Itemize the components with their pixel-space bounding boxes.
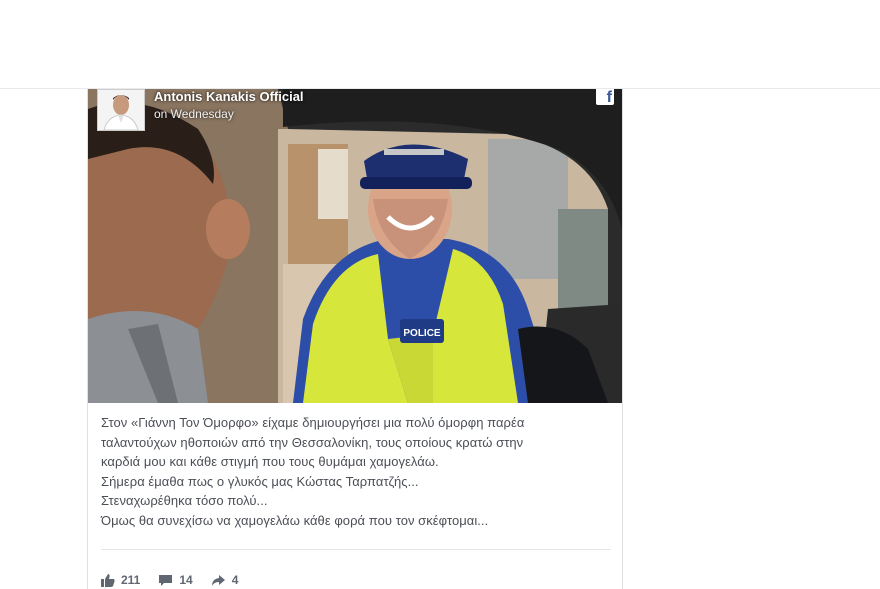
post-text-line: ταλαντούχων ηθοποιών από την Θεσσαλονίκη… — [101, 434, 524, 450]
avatar-image — [98, 90, 144, 130]
likes-count: 211 — [121, 573, 141, 587]
page-avatar[interactable] — [97, 89, 145, 131]
post-video-image[interactable]: POLICE Antonis Kanakis Official on Wedne… — [88, 89, 622, 403]
post-text-line: Στον «Γιάννη Τον Όμορφο» είχαμε δημιουργ… — [101, 415, 525, 430]
post-stats: 211 14 4 — [101, 572, 256, 588]
stats-divider — [101, 549, 611, 550]
share-arrow-icon — [211, 574, 225, 586]
shares-count: 4 — [231, 573, 239, 587]
vest-police-label: POLICE — [403, 328, 441, 339]
page: POLICE Antonis Kanakis Official on Wedne… — [0, 0, 880, 589]
post-message: Στον «Γιάννη Τον Όμορφο» είχαμε δημιουργ… — [101, 413, 611, 530]
facebook-post-card: POLICE Antonis Kanakis Official on Wedne… — [87, 89, 623, 589]
scene-illustration: POLICE — [88, 89, 622, 403]
page-name[interactable]: Antonis Kanakis Official — [154, 89, 304, 105]
post-header: Antonis Kanakis Official on Wednesday — [154, 89, 304, 122]
post-text-line: Σήμερα έμαθα πως ο γλυκός μας Κώστας Ταρ… — [101, 473, 419, 489]
post-text-line: Στεναχωρέθηκα τόσο πολύ... — [101, 493, 268, 508]
facebook-logo-icon[interactable]: f — [596, 89, 614, 106]
comment-bubble-icon — [159, 574, 173, 586]
comments-stat[interactable]: 14 — [158, 573, 193, 587]
comments-count: 14 — [179, 573, 193, 587]
post-text-line: καρδιά μου και κάθε στιγμή που τους θυμά… — [101, 454, 439, 469]
likes-stat[interactable]: 211 — [101, 573, 140, 587]
post-timestamp[interactable]: on Wednesday — [154, 106, 304, 122]
shares-stat[interactable]: 4 — [211, 573, 239, 587]
thumbs-up-icon — [101, 573, 115, 587]
post-text-line: Όμως θα συνεχίσω να χαμογελάω κάθε φορά … — [101, 512, 489, 528]
